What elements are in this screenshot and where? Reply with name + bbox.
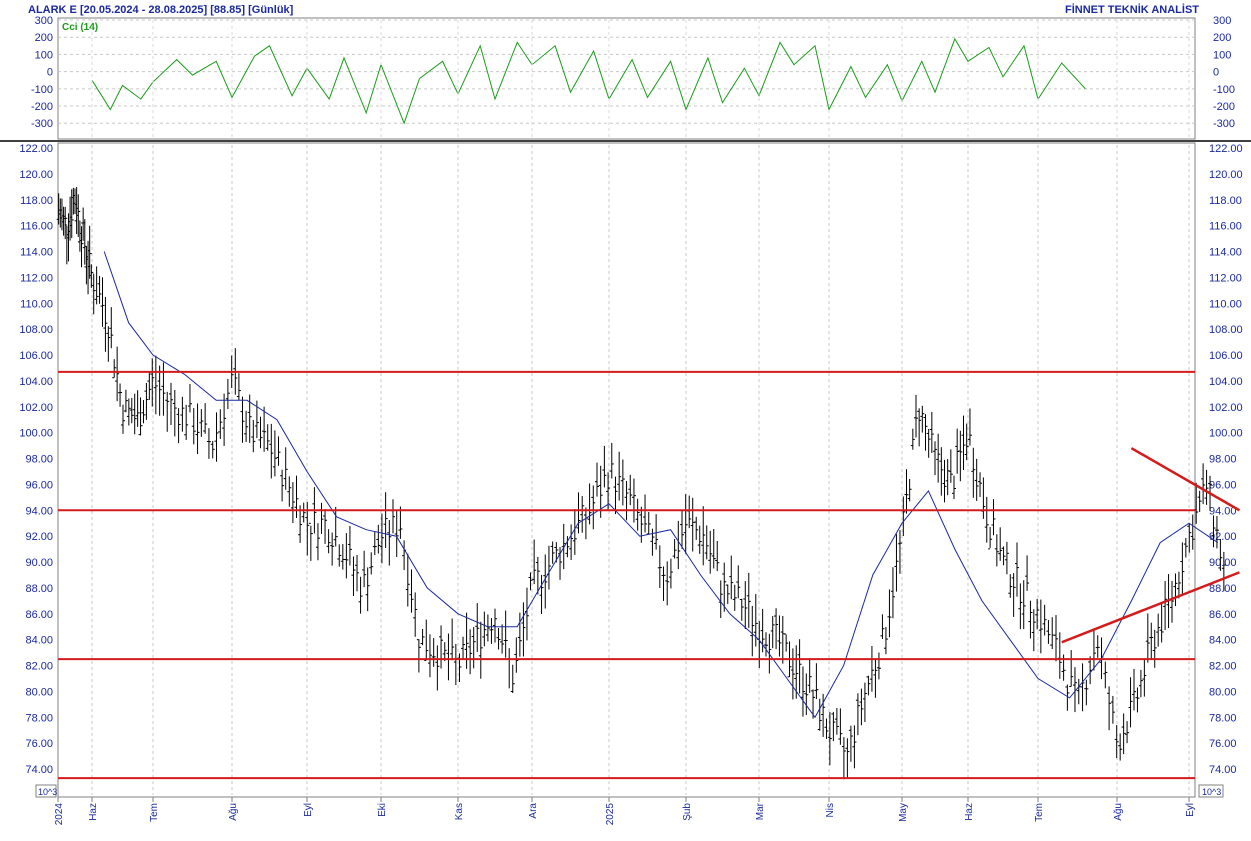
cci-tick-label: -200 — [1213, 101, 1235, 113]
x-tick-label: Haz — [964, 803, 975, 821]
x-tick-label: Mar — [755, 802, 766, 820]
x-tick-label: Kas — [454, 803, 465, 820]
price-tick-label: 74.00 — [1209, 764, 1237, 776]
price-tick-label: 104.00 — [19, 376, 53, 388]
price-tick-label: 96.00 — [1209, 479, 1237, 491]
price-tick-label: 116.00 — [1209, 221, 1242, 233]
price-tick-label: 94.00 — [25, 505, 53, 517]
price-tick-label: 120.00 — [1209, 169, 1243, 181]
price-tick-label: 84.00 — [1209, 635, 1237, 647]
price-tick-label: 88.00 — [1209, 583, 1237, 595]
x-tick-label: Eki — [377, 803, 388, 817]
cci-tick-label: 300 — [35, 15, 53, 27]
cci-tick-label: -200 — [31, 101, 53, 113]
price-tick-label: 108.00 — [19, 324, 53, 336]
x-tick-label: 2025 — [605, 803, 616, 826]
price-tick-label: 98.00 — [25, 454, 53, 466]
x-tick-label: 2024 — [54, 803, 65, 826]
price-tick-label: 74.00 — [25, 764, 53, 776]
price-tick-label: 122.00 — [19, 143, 53, 155]
x-tick-label: Şub — [682, 803, 693, 821]
price-y-axis-right: 122.00 120.00 118.00 116.00 114.00 112.00 110.… — [1209, 143, 1243, 776]
price-tick-label: 100.00 — [1209, 428, 1243, 440]
chart-canvas: ALARK E [20.05.2024 - 28.08.2025] [88.85… — [0, 3, 1251, 825]
price-tick-label: 108.00 — [1209, 324, 1243, 336]
x-tick-label: Tem — [1034, 803, 1045, 822]
price-tick-label: 76.00 — [1209, 738, 1237, 750]
unit-label-right: 10^3 — [1202, 787, 1221, 797]
price-tick-label: 100.00 — [19, 428, 53, 440]
cci-tick-label: -100 — [31, 84, 53, 96]
x-tick-label: Eyl — [1185, 803, 1196, 817]
price-tick-label: 98.00 — [1209, 454, 1237, 466]
cci-tick-label: -300 — [1213, 118, 1235, 130]
price-tick-label: 82.00 — [1209, 661, 1237, 673]
cci-tick-label: 0 — [1213, 67, 1219, 79]
price-tick-label: 112.00 — [20, 272, 53, 284]
price-tick-label: 118.00 — [1209, 195, 1242, 207]
cci-panel — [57, 17, 1196, 140]
price-tick-label: 88.00 — [25, 583, 53, 595]
price-tick-label: 102.00 — [19, 402, 53, 414]
price-tick-label: 110.00 — [20, 298, 53, 310]
x-tick-label: May — [898, 803, 909, 822]
price-tick-label: 86.00 — [1209, 609, 1237, 621]
x-tick-label: Ağu — [228, 803, 239, 821]
price-tick-label: 102.00 — [1209, 402, 1243, 414]
price-tick-label: 76.00 — [25, 738, 53, 750]
price-tick-label: 104.00 — [1209, 376, 1243, 388]
x-axis: 2024 Haz Tem Ağu Eyl Eki Kas Ara 2025 Şub Mar Nis Ma… — [54, 797, 1196, 825]
cci-tick-label: 0 — [47, 67, 53, 79]
cci-tick-label: 300 — [1213, 15, 1231, 27]
price-tick-label: 118.00 — [20, 195, 53, 207]
x-tick-label: Nis — [825, 803, 836, 817]
price-tick-label: 78.00 — [1209, 712, 1237, 724]
price-tick-label: 92.00 — [25, 531, 53, 543]
cci-tick-label: -100 — [1213, 84, 1235, 96]
x-tick-label: Ara — [528, 803, 539, 819]
cci-tick-label: 100 — [35, 49, 53, 61]
price-tick-label: 86.00 — [25, 609, 53, 621]
price-tick-label: 112.00 — [1209, 272, 1242, 284]
price-panel — [57, 142, 1196, 798]
price-tick-label: 106.00 — [1209, 350, 1243, 362]
unit-label-left: 10^3 — [38, 787, 57, 797]
price-y-axis-left: 122.00 120.00 118.00 116.00 114.00 112.00 110.… — [19, 143, 53, 776]
brand-label: FİNNET TEKNİK ANALİST — [1065, 3, 1199, 16]
cci-tick-label: 100 — [1213, 49, 1231, 61]
price-tick-label: 82.00 — [25, 661, 53, 673]
cci-y-axis-left: 300 200 100 0 -100 -200 -300 — [31, 15, 53, 130]
price-tick-label: 114.00 — [20, 247, 53, 259]
cci-indicator-label: Cci (14) — [62, 22, 98, 33]
price-tick-label: 114.00 — [1209, 247, 1242, 259]
price-tick-label: 90.00 — [25, 557, 53, 569]
cci-tick-label: 200 — [1213, 32, 1231, 44]
price-tick-label: 120.00 — [19, 169, 53, 181]
price-tick-label: 110.00 — [1209, 298, 1242, 310]
cci-tick-label: 200 — [35, 32, 53, 44]
price-tick-label: 84.00 — [25, 635, 53, 647]
chart-title: ALARK E [20.05.2024 - 28.08.2025] [88.85… — [28, 4, 294, 16]
price-tick-label: 80.00 — [25, 686, 53, 698]
price-tick-label: 78.00 — [25, 712, 53, 724]
x-tick-label: Eyl — [303, 803, 314, 817]
cci-tick-label: -300 — [31, 118, 53, 130]
price-tick-label: 80.00 — [1209, 686, 1237, 698]
price-tick-label: 106.00 — [19, 350, 53, 362]
x-tick-label: Tem — [149, 803, 160, 822]
price-tick-label: 116.00 — [20, 221, 53, 233]
cci-y-axis-right: 300 200 100 0 -100 -200 -300 — [1213, 15, 1235, 130]
x-tick-label: Haz — [88, 803, 99, 821]
price-tick-label: 90.00 — [1209, 557, 1237, 569]
x-tick-label: Ağu — [1113, 803, 1124, 821]
price-tick-label: 122.00 — [1209, 143, 1243, 155]
price-tick-label: 96.00 — [25, 479, 53, 491]
